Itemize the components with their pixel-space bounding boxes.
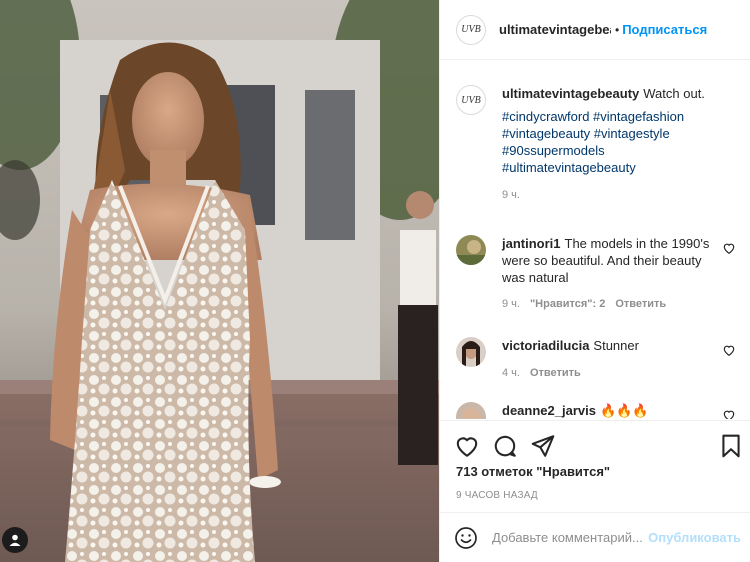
caption-body: ultimatevintagebeauty Watch out. #cindycr… xyxy=(502,85,736,176)
post-header: UVB ultimatevintagebeauty • Подписаться xyxy=(440,0,750,60)
author-username[interactable]: ultimatevintagebeauty xyxy=(499,22,611,37)
comment-body: deanne2_jarvis 🔥🔥🔥 xyxy=(502,402,736,419)
like-comment-icon[interactable] xyxy=(722,408,736,419)
comments-list[interactable]: UVB ultimatevintagebeauty Watch out. #cin… xyxy=(440,61,750,419)
author-avatar[interactable]: UVB xyxy=(456,14,486,45)
comment-body: victoriadilucia Stunner xyxy=(502,337,736,354)
reply-button[interactable]: Ответить xyxy=(615,298,666,310)
caption-item: UVB ultimatevintagebeauty Watch out. #cin… xyxy=(456,85,736,201)
comment-item: jantinori1 The models in the 1990's were … xyxy=(456,235,736,310)
like-heart-icon[interactable] xyxy=(454,433,480,459)
caption-meta: 9 ч. xyxy=(502,189,736,201)
post-actions: 713 отметок "Нравится" 9 ЧАСОВ НАЗАД xyxy=(440,420,750,512)
commenter-avatar[interactable] xyxy=(456,337,486,367)
reply-button[interactable]: Ответить xyxy=(530,367,581,379)
comment-meta: 9 ч. "Нравится": 2 Ответить xyxy=(502,298,736,310)
like-comment-icon[interactable] xyxy=(722,343,736,357)
add-comment-bar: Добавьте комментарий... Опубликовать xyxy=(440,512,750,562)
share-send-icon[interactable] xyxy=(530,433,556,459)
comment-likes[interactable]: "Нравится": 2 xyxy=(530,298,605,310)
publish-button[interactable]: Опубликовать xyxy=(648,530,741,545)
comment-bubble-icon[interactable] xyxy=(492,433,518,459)
comment-text: 🔥🔥🔥 xyxy=(599,403,649,418)
comment-meta: 4 ч. Ответить xyxy=(502,367,736,379)
post-timestamp[interactable]: 9 ЧАСОВ НАЗАД xyxy=(456,490,538,501)
post-panel: UVB ultimatevintagebeauty • Подписаться … xyxy=(439,0,750,562)
hashtag-line[interactable]: #ultimatevintagebeauty xyxy=(502,159,736,176)
comment-username[interactable]: deanne2_jarvis xyxy=(502,403,596,418)
hashtag-line[interactable]: #90ssupermodels xyxy=(502,142,736,159)
caption-username[interactable]: ultimatevintagebeauty xyxy=(502,86,639,101)
commenter-avatar[interactable] xyxy=(456,235,486,265)
header-separator: • xyxy=(615,22,620,37)
photo-image xyxy=(0,0,439,562)
comment-username[interactable]: victoriadilucia xyxy=(502,338,589,353)
user-tag-button[interactable] xyxy=(2,527,28,553)
bookmark-save-icon[interactable] xyxy=(718,433,744,459)
caption-hashtags: #cindycrawford #vintagefashion #vintageb… xyxy=(502,108,736,176)
emoji-icon[interactable] xyxy=(454,526,478,550)
hashtag-line[interactable]: #vintagebeauty #vintagestyle xyxy=(502,125,736,142)
user-tag-icon xyxy=(9,534,21,546)
like-comment-icon[interactable] xyxy=(722,241,736,255)
caption-text: Watch out. xyxy=(643,86,705,101)
comment-item: deanne2_jarvis 🔥🔥🔥 xyxy=(456,402,736,419)
comment-input[interactable]: Добавьте комментарий... xyxy=(492,530,648,545)
comment-time[interactable]: 9 ч. xyxy=(502,298,520,310)
likes-count[interactable]: 713 отметок "Нравится" xyxy=(456,464,610,479)
commenter-avatar[interactable] xyxy=(456,402,486,419)
comment-time[interactable]: 4 ч. xyxy=(502,367,520,379)
follow-button[interactable]: Подписаться xyxy=(622,22,707,37)
caption-time[interactable]: 9 ч. xyxy=(502,189,520,201)
caption-avatar[interactable]: UVB xyxy=(456,85,486,115)
hashtag-line[interactable]: #cindycrawford #vintagefashion xyxy=(502,108,736,125)
comment-username[interactable]: jantinori1 xyxy=(502,236,561,251)
comment-body: jantinori1 The models in the 1990's were … xyxy=(502,235,736,286)
post-photo[interactable] xyxy=(0,0,439,562)
comment-item: victoriadilucia Stunner 4 ч. Ответить xyxy=(456,337,736,379)
comment-text: Stunner xyxy=(593,338,639,353)
